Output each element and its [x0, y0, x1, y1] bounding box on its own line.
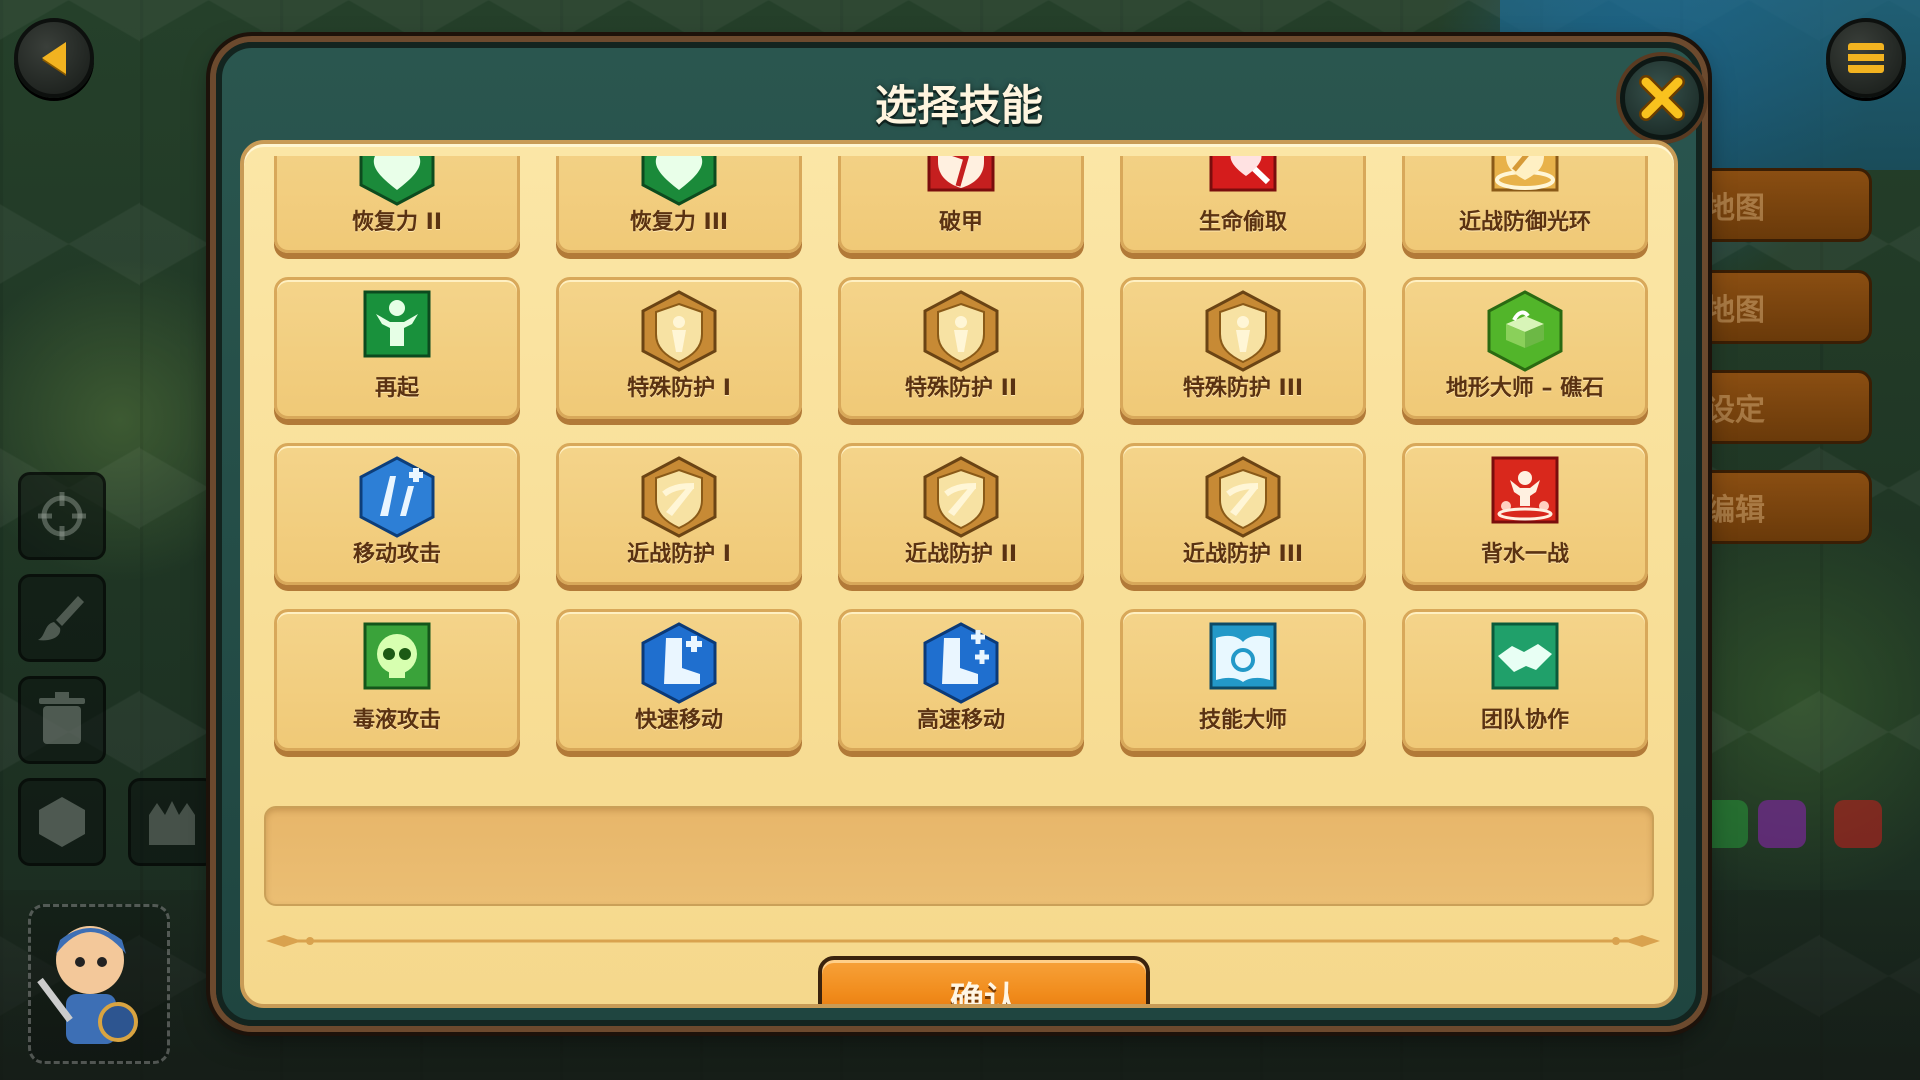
handshake-icon: [1491, 622, 1559, 690]
melee-aura-icon: [1491, 156, 1559, 192]
skill-label: 破甲: [938, 210, 983, 235]
skill-tile[interactable]: 背水一战: [1402, 443, 1648, 585]
skill-label: 毒液攻击: [352, 708, 441, 733]
melee-shield-icon: [1205, 456, 1281, 538]
skill-tile[interactable]: 技能大师: [1120, 609, 1366, 751]
skill-tile[interactable]: 团队协作: [1402, 609, 1648, 751]
skill-label: 快速移动: [634, 708, 723, 733]
skill-label: 再起: [374, 376, 419, 401]
revive-icon: [363, 290, 431, 358]
skill-tile[interactable]: 特殊防护 I: [556, 277, 802, 419]
melee-shield-icon: [641, 456, 717, 538]
right-tab-edit[interactable]: 编辑: [1682, 470, 1872, 544]
skill-label: 特殊防护 I: [627, 376, 731, 401]
skill-panel: 恢复力 II 恢复力 III 破甲 生命偷取 近战防御光环再起 特殊防护 I 特殊防护 II…: [240, 140, 1678, 1008]
terrain-reef-icon: [1487, 290, 1563, 372]
skill-tile[interactable]: 地形大师 – 礁石: [1402, 277, 1648, 419]
skill-tile[interactable]: 生命偷取: [1120, 156, 1366, 253]
poison-skull-icon: [363, 622, 431, 690]
skill-tile[interactable]: 近战防护 I: [556, 443, 802, 585]
melee-shield-icon: [923, 456, 999, 538]
menu-icon: [1848, 43, 1884, 73]
boot-plus-icon: [641, 622, 717, 704]
crosshair-icon: [38, 492, 86, 540]
heart-plus-icon: [359, 156, 435, 206]
skill-label: 特殊防护 III: [1182, 376, 1304, 401]
skill-label: 生命偷取: [1198, 210, 1287, 235]
skill-label: 移动攻击: [352, 542, 441, 567]
back-arrow-icon: [42, 42, 66, 74]
skill-select-dialog: 选择技能 恢复力 II 恢复力 III 破甲 生命偷取 近战防御光环再起 特殊防护 I 特殊…: [216, 42, 1704, 1026]
right-tab-label: 编辑: [1705, 493, 1765, 528]
color-swatch-purple[interactable]: [1758, 800, 1806, 848]
life-steal-icon: [1209, 156, 1277, 192]
castle-icon: [149, 801, 195, 845]
skill-label: 恢复力 III: [629, 210, 729, 235]
skill-tile[interactable]: 近战防御光环: [1402, 156, 1648, 253]
right-tab-label: 地图: [1705, 191, 1765, 226]
right-tab-label: 地图: [1705, 293, 1765, 328]
skill-label: 特殊防护 II: [904, 376, 1018, 401]
right-tab-map-2[interactable]: 地图: [1682, 270, 1872, 344]
skill-label: 技能大师: [1198, 708, 1287, 733]
skill-grid: 恢复力 II 恢复力 III 破甲 生命偷取 近战防御光环再起 特殊防护 I 特殊防护 II…: [274, 156, 1648, 751]
color-swatch-red[interactable]: [1834, 800, 1882, 848]
skill-label: 背水一战: [1480, 542, 1569, 567]
skill-tile[interactable]: 恢复力 III: [556, 156, 802, 253]
color-swatch-green[interactable]: [1700, 800, 1748, 848]
crosshair-tool-button[interactable]: [18, 472, 106, 560]
skill-label: 团队协作: [1480, 708, 1569, 733]
confirm-button[interactable]: 确认: [818, 956, 1150, 1004]
skill-tile[interactable]: 特殊防护 III: [1120, 277, 1366, 419]
skill-label: 近战防护 I: [627, 542, 731, 567]
skill-label: 恢复力 II: [351, 210, 443, 235]
skill-scroll-area[interactable]: 恢复力 II 恢复力 III 破甲 生命偷取 近战防御光环再起 特殊防护 I 特殊防护 II…: [244, 156, 1674, 786]
castle-tool-button[interactable]: [128, 778, 216, 866]
special-shield-icon: [641, 290, 717, 372]
skill-tile[interactable]: 毒液攻击: [274, 609, 520, 751]
back-button[interactable]: [14, 18, 94, 98]
skill-label: 地形大师 – 礁石: [1445, 376, 1605, 401]
last-stand-icon: [1491, 456, 1559, 524]
skill-tile[interactable]: 近战防护 III: [1120, 443, 1366, 585]
broken-shield-icon: [927, 156, 995, 192]
ornament-divider: [266, 935, 1660, 947]
boot-double-plus-icon: [923, 622, 999, 704]
trash-icon: [39, 692, 85, 744]
close-button[interactable]: [1620, 56, 1704, 140]
skill-label: 近战防护 III: [1182, 542, 1304, 567]
skill-tile[interactable]: 高速移动: [838, 609, 1084, 751]
heart-plus-icon: [641, 156, 717, 206]
skill-tile[interactable]: 特殊防护 II: [838, 277, 1084, 419]
dialog-title: 选择技能: [874, 81, 1043, 130]
hero-knight-icon: [37, 926, 138, 1044]
terrain-tool-button[interactable]: [18, 778, 106, 866]
delete-tool-button[interactable]: [18, 676, 106, 764]
brush-icon: [38, 596, 84, 641]
skill-label: 近战防护 II: [904, 542, 1018, 567]
skill-book-icon: [1209, 622, 1277, 690]
special-shield-icon: [1205, 290, 1281, 372]
special-shield-icon: [923, 290, 999, 372]
skill-label: 高速移动: [916, 708, 1005, 733]
brush-tool-button[interactable]: [18, 574, 106, 662]
skill-tile[interactable]: 近战防护 II: [838, 443, 1084, 585]
menu-button[interactable]: [1826, 18, 1906, 98]
hexagon-icon: [39, 797, 85, 847]
skill-label: 近战防御光环: [1458, 210, 1591, 235]
skill-tile[interactable]: 移动攻击: [274, 443, 520, 585]
skill-tile[interactable]: 恢复力 II: [274, 156, 520, 253]
skill-tile[interactable]: 破甲: [838, 156, 1084, 253]
move-attack-icon: [359, 456, 435, 538]
close-icon: [1639, 75, 1685, 121]
right-tab-settings[interactable]: 设定: [1682, 370, 1872, 444]
skill-tile[interactable]: 再起: [274, 277, 520, 419]
skill-description-box: [264, 806, 1654, 906]
right-tab-label: 设定: [1705, 393, 1765, 428]
skill-tile[interactable]: 快速移动: [556, 609, 802, 751]
right-tab-map-1[interactable]: 地图: [1682, 168, 1872, 242]
